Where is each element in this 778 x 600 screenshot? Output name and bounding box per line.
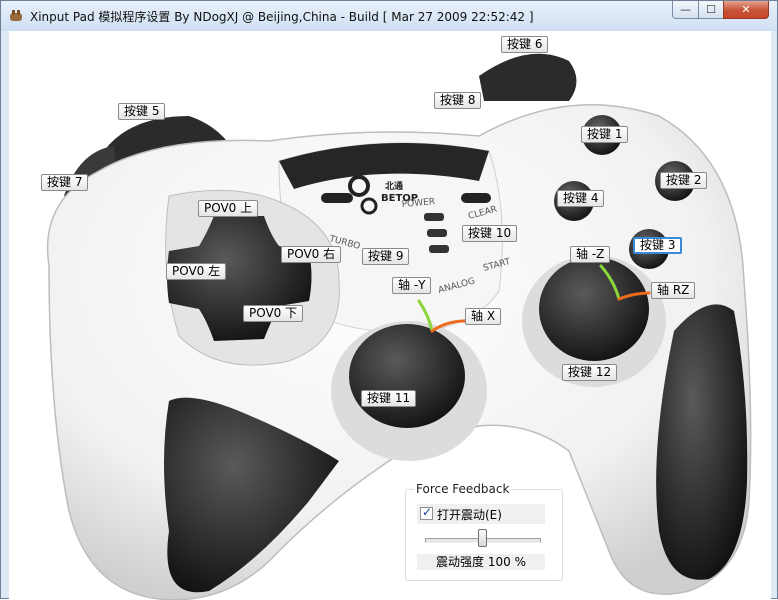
pov-right-label[interactable]: POV0 右 — [281, 246, 342, 263]
mode-button-b — [461, 193, 491, 203]
axis-z-label[interactable]: 轴 -Z — [570, 246, 611, 263]
button-2-label[interactable]: 按键 2 — [660, 172, 708, 189]
maximize-button[interactable]: ☐ — [698, 1, 724, 19]
axis-y-label[interactable]: 轴 -Y — [392, 277, 432, 294]
led-1 — [424, 213, 444, 221]
left-analog-stick — [349, 324, 465, 428]
button-11-label[interactable]: 按键 11 — [361, 390, 417, 407]
vibration-checkbox[interactable]: ✓ — [420, 505, 433, 520]
minimize-button[interactable]: — — [672, 1, 699, 19]
app-window: Xinput Pad 模拟程序设置 By NDogXJ @ Beijing,Ch… — [0, 0, 778, 600]
vibration-strength-text: 震动强度 100 % — [417, 554, 545, 570]
slider-thumb[interactable] — [477, 529, 487, 547]
vibration-checkbox-row[interactable]: ✓ 打开震动(E) — [417, 504, 545, 524]
pov-left-label[interactable]: POV0 左 — [166, 263, 227, 280]
pov-up-label[interactable]: POV0 上 — [198, 200, 259, 217]
axis-x-label[interactable]: 轴 X — [465, 308, 502, 325]
button-7-label[interactable]: 按键 7 — [41, 174, 89, 191]
close-button[interactable]: ✕ — [723, 1, 769, 19]
window-title: Xinput Pad 模拟程序设置 By NDogXJ @ Beijing,Ch… — [30, 10, 534, 24]
axis-rz-label[interactable]: 轴 RZ — [651, 282, 696, 299]
app-icon — [10, 10, 22, 21]
title-bar[interactable]: Xinput Pad 模拟程序设置 By NDogXJ @ Beijing,Ch… — [1, 1, 777, 31]
button-6-label[interactable]: 按键 6 — [501, 36, 549, 53]
client-area: BETOP 北通 POWER TURBO CLEAR ANALOG START — [9, 31, 771, 600]
button-12-label[interactable]: 按键 12 — [562, 364, 618, 381]
button-5-label[interactable]: 按键 5 — [118, 103, 166, 120]
button-8-label[interactable]: 按键 8 — [434, 92, 482, 109]
checkmark-icon: ✓ — [422, 505, 433, 519]
button-9-label[interactable]: 按键 9 — [362, 248, 410, 265]
led-2 — [427, 229, 447, 237]
button-1-label[interactable]: 按键 1 — [581, 126, 629, 143]
button-3-label[interactable]: 按键 3 — [633, 237, 683, 254]
right-shoulder-bumper — [479, 53, 577, 101]
mode-button-a — [321, 193, 353, 203]
right-analog-stick — [539, 257, 649, 361]
pov-down-label[interactable]: POV0 下 — [243, 305, 304, 322]
led-3 — [429, 245, 449, 253]
vibration-checkbox-label[interactable]: 打开震动(E) — [437, 506, 502, 523]
force-feedback-legend: Force Feedback — [414, 482, 512, 496]
button-4-label[interactable]: 按键 4 — [557, 190, 605, 207]
button-10-label[interactable]: 按键 10 — [462, 225, 518, 242]
brand-text-cn: 北通 — [385, 180, 403, 192]
